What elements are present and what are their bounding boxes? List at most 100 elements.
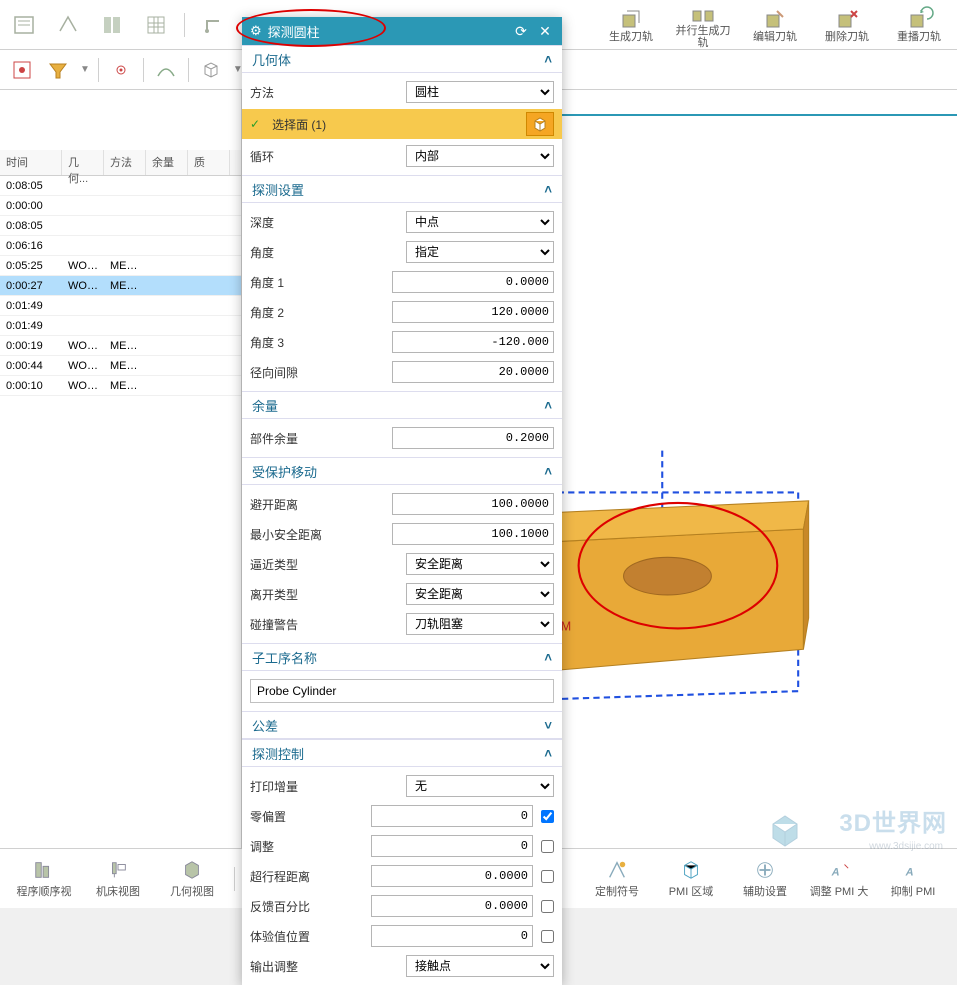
angle-label: 角度 (250, 244, 400, 261)
output-label: 输出调整 (250, 958, 400, 975)
edit-toolpath-button[interactable]: 编辑刀轨 (745, 2, 805, 48)
angle1-input[interactable] (392, 271, 554, 293)
col-geo[interactable]: 几何... (62, 150, 104, 175)
overtravel-input[interactable] (371, 865, 533, 887)
ribbon-tool-2[interactable] (52, 5, 84, 45)
col-time[interactable]: 时间 (0, 150, 62, 175)
print-select[interactable]: 无 (406, 775, 554, 797)
pmi-region-button[interactable]: PMI 区域 (659, 854, 723, 904)
section-probe[interactable]: 探测设置˄ (242, 175, 562, 203)
adjust-input[interactable] (371, 835, 533, 857)
select-face-row[interactable]: ✓ 选择面 (1) (242, 109, 562, 139)
section-subop: 子工序名称˄ (242, 643, 562, 671)
table-row[interactable]: 0:05:25WOR...MET... (0, 256, 241, 276)
table-row[interactable]: 0:00:19WOR...MET... (0, 336, 241, 356)
dialog-titlebar[interactable]: ⚙ 探测圆柱 ⟳ ✕ (242, 17, 562, 45)
clearance-input[interactable] (392, 493, 554, 515)
angle-select[interactable]: 指定 (406, 241, 554, 263)
loop-select[interactable]: 内部 (406, 145, 554, 167)
section-tolerance[interactable]: 公差˅ (242, 711, 562, 739)
table-body[interactable]: 0:08:050:00:000:08:050:06:160:05:25WOR..… (0, 176, 241, 848)
svg-text:A: A (831, 866, 840, 878)
select-face-label: 选择面 (1) (272, 116, 520, 133)
overtravel-label: 超行程距离 (250, 868, 365, 885)
label: 重播刀轨 (897, 31, 941, 43)
method-select[interactable]: 圆柱 (406, 81, 554, 103)
replay-toolpath-button[interactable]: 重播刀轨 (889, 2, 949, 48)
filter-icon[interactable] (44, 56, 72, 84)
suppress-pmi-button[interactable]: A抑制 PMI (881, 854, 945, 904)
target-icon[interactable] (8, 56, 36, 84)
angle3-input[interactable] (392, 331, 554, 353)
generate-toolpath-button[interactable]: 生成刀轨 (601, 2, 661, 48)
box-tool-icon[interactable] (197, 56, 225, 84)
label: 辅助设置 (743, 883, 787, 899)
table-row[interactable]: 0:01:49 (0, 296, 241, 316)
table-row[interactable]: 0:00:10WOR...MET... (0, 376, 241, 396)
aux-settings-button[interactable]: 辅助设置 (733, 854, 797, 904)
col-stock[interactable]: 余量 (146, 150, 188, 175)
delete-toolpath-button[interactable]: 删除刀轨 (817, 2, 877, 48)
part-stock-input[interactable] (392, 427, 554, 449)
section-stock[interactable]: 余量˄ (242, 391, 562, 419)
adjust-pmi-button[interactable]: A调整 PMI 大 (807, 854, 871, 904)
chevron-up-icon: ˄ (544, 398, 552, 413)
section-label: 余量 (252, 396, 544, 415)
output-select[interactable]: 接触点 (406, 955, 554, 977)
label: 抑制 PMI (891, 883, 936, 899)
feedback-checkbox[interactable] (541, 900, 554, 913)
section-protected[interactable]: 受保护移动˄ (242, 457, 562, 485)
ribbon-tool-3[interactable] (96, 5, 128, 45)
col-method[interactable]: 方法 (104, 150, 146, 175)
section-label: 子工序名称 (252, 648, 544, 667)
approach-select[interactable]: 安全距离 (406, 553, 554, 575)
depth-select[interactable]: 中点 (406, 211, 554, 233)
section-label: 探测控制 (252, 744, 544, 763)
ribbon-tool-4[interactable] (140, 5, 172, 45)
minsafe-input[interactable] (392, 523, 554, 545)
ribbon-tool-5[interactable] (197, 5, 229, 45)
zero-label: 零偏置 (250, 808, 365, 825)
dialog-title-text: 探测圆柱 (268, 22, 506, 41)
geometry-view-button[interactable]: 几何视图 (160, 854, 224, 904)
zero-input[interactable] (371, 805, 533, 827)
table-row[interactable]: 0:08:05 (0, 176, 241, 196)
close-icon[interactable]: ✕ (536, 23, 554, 40)
parallel-generate-button[interactable]: 并行生成刀轨 (673, 2, 733, 48)
col-quality[interactable]: 质 (188, 150, 230, 175)
exp-input[interactable] (371, 925, 533, 947)
table-row[interactable]: 0:00:44WOR...MET... (0, 356, 241, 376)
radial-input[interactable] (392, 361, 554, 383)
section-control[interactable]: 探测控制˄ (242, 739, 562, 767)
ribbon-tool-1[interactable] (8, 5, 40, 45)
exp-checkbox[interactable] (541, 930, 554, 943)
angle1-label: 角度 1 (250, 274, 386, 291)
chevron-up-icon: ˄ (544, 182, 552, 197)
curve-tool-icon[interactable] (152, 56, 180, 84)
overtravel-checkbox[interactable] (541, 870, 554, 883)
table-row[interactable]: 0:00:27WOR...MET... (0, 276, 241, 296)
cube-selector-icon[interactable] (526, 112, 554, 136)
separator (234, 867, 235, 891)
machine-view-button[interactable]: 机床视图 (86, 854, 150, 904)
probe-cylinder-dialog: ⚙ 探测圆柱 ⟳ ✕ 几何体˄ 方法 圆柱 ✓ 选择面 (1) 循环 内部 探测… (242, 17, 562, 985)
table-row[interactable]: 0:00:00 (0, 196, 241, 216)
subop-name-input[interactable] (250, 679, 554, 703)
table-row[interactable]: 0:08:05 (0, 216, 241, 236)
table-row[interactable]: 0:01:49 (0, 316, 241, 336)
depart-select[interactable]: 安全距离 (406, 583, 554, 605)
custom-symbol-button[interactable]: 定制符号 (585, 854, 649, 904)
zero-checkbox[interactable] (541, 810, 554, 823)
point-tool-icon[interactable] (107, 56, 135, 84)
chevron-up-icon: ˄ (544, 650, 552, 665)
pin-icon[interactable]: ⟳ (512, 23, 530, 40)
collision-select[interactable]: 刀轨阻塞 (406, 613, 554, 635)
table-row[interactable]: 0:06:16 (0, 236, 241, 256)
check-icon: ✓ (250, 117, 260, 131)
program-order-view-button[interactable]: 程序顺序视 (12, 854, 76, 904)
loop-label: 循环 (250, 148, 400, 165)
feedback-input[interactable] (371, 895, 533, 917)
adjust-checkbox[interactable] (541, 840, 554, 853)
section-geometry[interactable]: 几何体˄ (242, 45, 562, 73)
angle2-input[interactable] (392, 301, 554, 323)
